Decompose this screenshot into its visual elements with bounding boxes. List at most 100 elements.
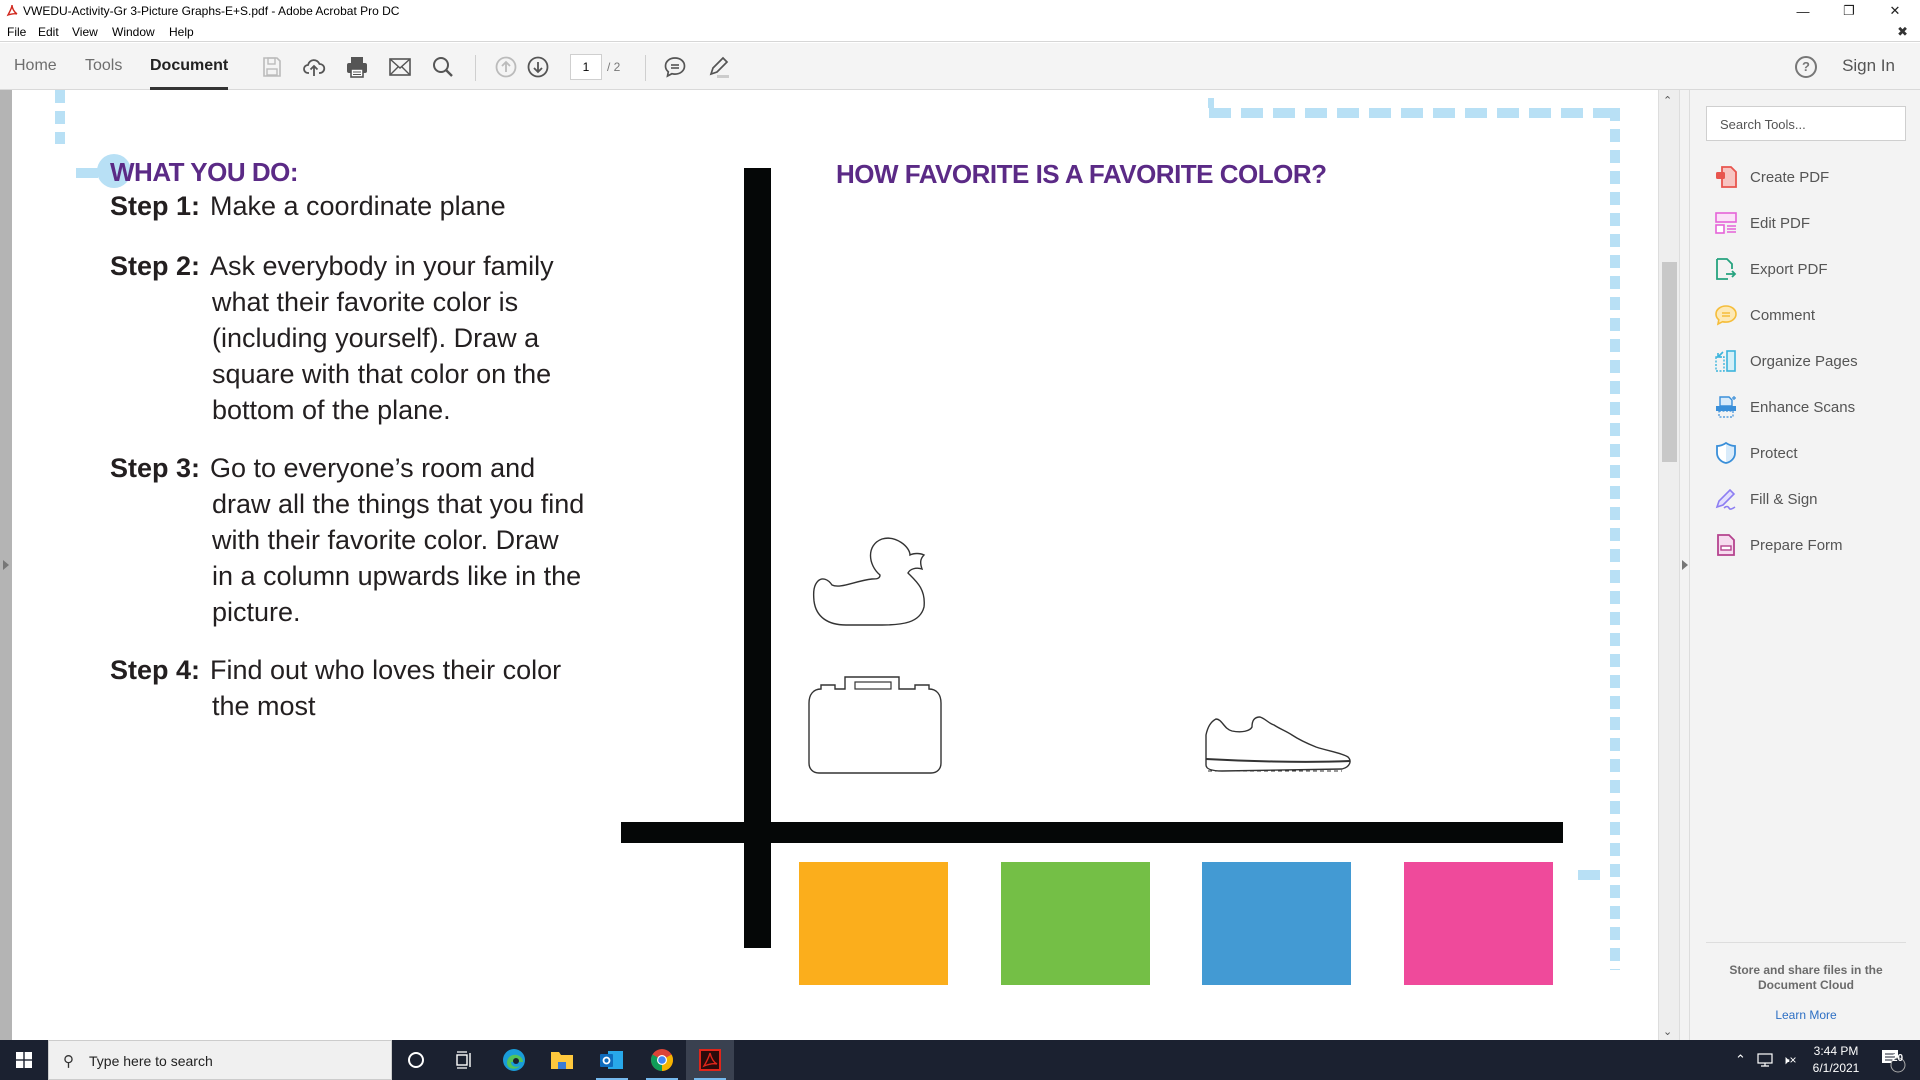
edge-icon: [503, 1049, 525, 1071]
tool-fill-sign[interactable]: Fill & Sign: [1714, 484, 1818, 514]
left-nav-collapse[interactable]: [0, 90, 12, 1040]
edit-pdf-icon: [1715, 212, 1737, 234]
scroll-up-icon[interactable]: ⌃: [1663, 94, 1672, 107]
document-cloud-promo: Store and share files in the Document Cl…: [1729, 963, 1883, 992]
color-category-orange: [799, 862, 948, 985]
chevron-up-icon: ⌃: [1735, 1052, 1746, 1067]
tool-comment[interactable]: Comment: [1714, 300, 1815, 330]
x-axis: [621, 822, 1563, 843]
learn-more-link[interactable]: Learn More: [1706, 1008, 1906, 1022]
task-view-button[interactable]: [440, 1040, 488, 1080]
search-icon: ⚲: [63, 1053, 74, 1070]
email-icon[interactable]: [388, 55, 412, 79]
folder-icon: [551, 1052, 573, 1069]
briefcase-picture: [808, 676, 942, 774]
highlight-pen-icon[interactable]: [706, 55, 730, 79]
close-document-icon[interactable]: ✖: [1897, 24, 1908, 40]
tab-tools[interactable]: Tools: [85, 57, 122, 90]
sneaker-picture: [1205, 716, 1351, 772]
step-label: Step 1:: [110, 191, 201, 221]
tab-document[interactable]: Document: [150, 57, 229, 90]
page-total: / 2: [607, 60, 621, 74]
vertical-scrollbar[interactable]: ⌃ ⌄: [1658, 90, 1680, 1040]
file-explorer-button[interactable]: [538, 1040, 586, 1080]
save-icon[interactable]: [260, 55, 284, 79]
tool-enhance-scans[interactable]: Enhance Scans: [1714, 392, 1855, 422]
menu-view[interactable]: View: [72, 25, 98, 39]
menu-help[interactable]: Help: [169, 25, 194, 39]
outlook-icon: [600, 1051, 623, 1069]
cortana-button[interactable]: [392, 1040, 440, 1080]
enhance-scans-icon: [1716, 396, 1736, 418]
system-clock[interactable]: 3:44 PM 6/1/2021: [1806, 1043, 1866, 1077]
menu-bar: File Edit View Window Help ✖: [0, 22, 1920, 42]
tab-home[interactable]: Home: [14, 57, 57, 90]
step-4: Step 4: Find out who loves their color th…: [110, 652, 561, 724]
taskbar-search-input[interactable]: ⚲ Type here to search: [48, 1040, 392, 1080]
print-icon[interactable]: [345, 55, 369, 79]
start-button[interactable]: [0, 1040, 48, 1080]
chart-title: HOW FAVORITE IS A FAVORITE COLOR?: [836, 159, 1327, 189]
network-status[interactable]: [1757, 1040, 1773, 1080]
chrome-button[interactable]: [638, 1040, 686, 1080]
page-down-icon[interactable]: [526, 55, 550, 79]
color-category-pink: [1403, 862, 1553, 985]
task-view-icon: [456, 1051, 471, 1069]
menu-edit[interactable]: Edit: [38, 25, 59, 39]
close-icon: ✕: [1889, 3, 1901, 18]
menu-window[interactable]: Window: [112, 25, 155, 39]
scroll-down-icon[interactable]: ⌄: [1663, 1025, 1672, 1038]
action-center[interactable]: 20: [1880, 1040, 1906, 1080]
expand-left-panel-icon[interactable]: [3, 560, 9, 570]
search-tools-input[interactable]: Search Tools...: [1706, 106, 1906, 141]
cortana-icon: [408, 1052, 424, 1068]
acrobat-app-icon: [6, 4, 18, 17]
right-panel-toggle[interactable]: [1680, 90, 1690, 1040]
page-number-input[interactable]: 1: [570, 54, 602, 80]
help-icon[interactable]: ?: [1795, 56, 1817, 78]
volume-status[interactable]: 🕨×: [1782, 1040, 1797, 1080]
rubber-duck-picture: [812, 537, 926, 626]
dashed-border-bottom-stub: [1578, 870, 1608, 880]
page-up-icon[interactable]: [494, 55, 518, 79]
step-1: Step 1: Make a coordinate plane: [110, 188, 506, 224]
edge-button[interactable]: [490, 1040, 538, 1080]
show-hidden-icons[interactable]: ⌃: [1735, 1040, 1746, 1080]
panel-divider: [1706, 942, 1906, 943]
restore-button[interactable]: ❐: [1826, 0, 1872, 22]
minimize-icon: —: [1796, 3, 1810, 19]
export-pdf-icon: [1716, 258, 1737, 280]
dashed-border-top-cap: [1208, 98, 1214, 108]
restore-icon: ❐: [1843, 3, 1855, 18]
step-label: Step 4:: [110, 655, 201, 685]
title-bar: VWEDU-Activity-Gr 3-Picture Graphs-E+S.p…: [0, 0, 1920, 22]
toolbar: Home Tools Document ? Sign In: [0, 43, 1920, 90]
tool-prepare-form[interactable]: Prepare Form: [1714, 530, 1843, 560]
dashed-border-right: [1610, 108, 1620, 970]
document-page: WHAT YOU DO: Step 1: Make a coordinate pl…: [12, 90, 1658, 1040]
scrollbar-thumb[interactable]: [1662, 262, 1677, 462]
acrobat-taskbar-button[interactable]: [686, 1040, 734, 1080]
tool-edit-pdf[interactable]: Edit PDF: [1714, 208, 1810, 238]
collapse-right-panel-icon[interactable]: [1682, 560, 1688, 570]
close-button[interactable]: ✕: [1872, 0, 1918, 22]
sign-in-button[interactable]: Sign In: [1842, 56, 1895, 76]
windows-logo-icon: [16, 1052, 32, 1068]
tool-create-pdf[interactable]: Create PDF: [1714, 162, 1829, 192]
tool-protect[interactable]: Protect: [1714, 438, 1798, 468]
notification-count: 20: [1892, 1053, 1904, 1064]
color-category-blue: [1202, 862, 1351, 985]
dashed-border-left: [55, 90, 65, 144]
create-pdf-icon: [1716, 166, 1737, 188]
search-icon[interactable]: [431, 55, 455, 79]
what-you-do-heading: WHAT YOU DO:: [110, 157, 299, 187]
step-label: Step 3:: [110, 453, 201, 483]
menu-file[interactable]: File: [7, 25, 26, 39]
comment-icon[interactable]: [663, 55, 687, 79]
tool-export-pdf[interactable]: Export PDF: [1714, 254, 1828, 284]
chrome-icon: [651, 1049, 673, 1071]
upload-cloud-icon[interactable]: [302, 55, 326, 79]
minimize-button[interactable]: —: [1780, 0, 1826, 22]
outlook-button[interactable]: [588, 1040, 636, 1080]
tool-organize-pages[interactable]: Organize Pages: [1714, 346, 1858, 376]
